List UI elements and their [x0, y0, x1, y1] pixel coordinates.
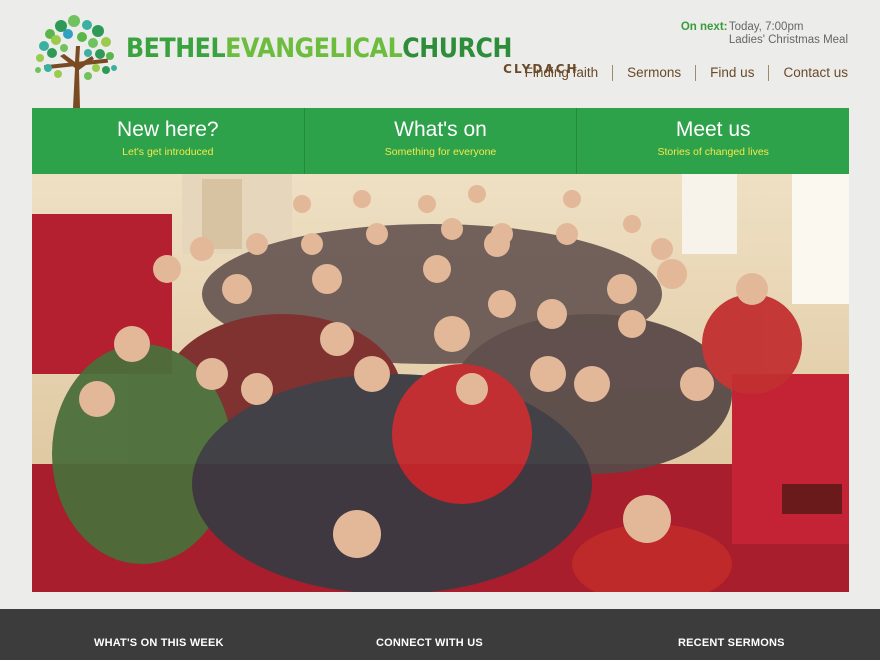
promo-bar: New here? Let's get introduced What's on… [32, 108, 849, 174]
nav-contact-us[interactable]: Contact us [769, 64, 848, 82]
on-next-event[interactable]: On next: Today, 7:00pm Ladies' Christmas… [681, 21, 848, 47]
footer-connect-heading: CONNECT WITH US [376, 637, 483, 649]
site-name-part3: CHURCH [402, 33, 512, 64]
promo-title: What's on [394, 118, 487, 141]
promo-subtitle: Something for everyone [384, 146, 497, 158]
footer-whats-on-heading: WHAT'S ON THIS WEEK [94, 637, 224, 649]
nav-find-us[interactable]: Find us [696, 64, 768, 82]
footer: WHAT'S ON THIS WEEK CONNECT WITH US RECE… [0, 609, 880, 660]
promo-subtitle: Let's get introduced [122, 146, 214, 158]
site-name-part2: EVANGELICAL [225, 33, 403, 64]
logo-tree-icon[interactable] [30, 12, 120, 108]
promo-title: Meet us [675, 118, 751, 141]
site-name: BETHELEVANGELICALCHURCH [126, 34, 512, 64]
promo-meet-us[interactable]: Meet us Stories of changed lives [577, 108, 849, 174]
promo-whats-on[interactable]: What's on Something for everyone [305, 108, 578, 174]
nav-finding-faith[interactable]: Finding faith [511, 64, 613, 82]
main-nav: Finding faith Sermons Find us Contact us [511, 64, 848, 82]
on-next-time: Today, 7:00pm [728, 21, 804, 33]
promo-subtitle: Stories of changed lives [657, 146, 769, 158]
nav-sermons[interactable]: Sermons [613, 64, 695, 82]
congregation-photo [32, 174, 849, 592]
on-next-label: On next: [680, 21, 728, 33]
footer-sermons-heading: RECENT SERMONS [678, 637, 785, 649]
promo-new-here[interactable]: New here? Let's get introduced [32, 108, 305, 174]
site-logo[interactable]: BETHELEVANGELICALCHURCH CLYDACH [126, 34, 577, 77]
hero-photo [32, 174, 849, 592]
on-next-title: Ladies' Christmas Meal [728, 34, 848, 46]
site-name-part1: BETHEL [126, 33, 226, 64]
promo-title: New here? [117, 118, 219, 141]
